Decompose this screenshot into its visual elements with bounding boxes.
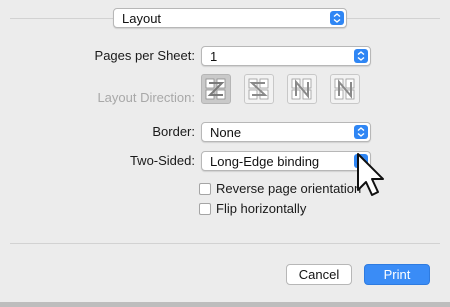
z-order-icon <box>205 78 226 100</box>
popup-stepper-icon <box>354 125 368 139</box>
layout-direction-reverse-s-button[interactable] <box>244 74 274 104</box>
border-popup[interactable]: None <box>201 122 371 142</box>
mouse-pointer-icon <box>357 153 384 196</box>
bottom-divider <box>10 243 440 244</box>
n-order-icon <box>334 78 355 100</box>
popup-stepper-icon <box>330 11 344 25</box>
layout-print-panel: Layout Pages per Sheet: 1 Layout Directi… <box>0 0 450 307</box>
layout-direction-z-button[interactable] <box>201 74 231 104</box>
pages-per-sheet-popup[interactable]: 1 <box>201 46 371 66</box>
border-value: None <box>210 125 242 140</box>
layout-direction-reverse-n-button[interactable] <box>287 74 317 104</box>
layout-direction-n-button[interactable] <box>330 74 360 104</box>
pages-per-sheet-label: Pages per Sheet: <box>94 48 195 63</box>
print-button[interactable]: Print <box>364 264 430 285</box>
layout-direction-label: Layout Direction: <box>97 90 195 105</box>
window-bottom-edge <box>0 302 450 307</box>
reverse-s-order-icon <box>248 78 269 100</box>
two-sided-value: Long-Edge binding <box>210 154 320 169</box>
cancel-button[interactable]: Cancel <box>286 264 352 285</box>
two-sided-popup[interactable]: Long-Edge binding <box>201 151 371 171</box>
two-sided-label: Two-Sided: <box>129 153 195 168</box>
reverse-orientation-label: Reverse page orientation <box>216 181 362 196</box>
popup-stepper-icon <box>354 49 368 63</box>
reverse-n-order-icon <box>291 78 312 100</box>
reverse-orientation-checkbox[interactable] <box>199 183 211 195</box>
flip-horizontally-checkbox[interactable] <box>199 203 211 215</box>
panel-selector-popup[interactable]: Layout <box>113 8 347 28</box>
border-label: Border: <box>152 124 195 139</box>
panel-selector-value: Layout <box>122 11 162 26</box>
pages-per-sheet-value: 1 <box>210 49 218 64</box>
flip-horizontally-label: Flip horizontally <box>216 201 307 216</box>
